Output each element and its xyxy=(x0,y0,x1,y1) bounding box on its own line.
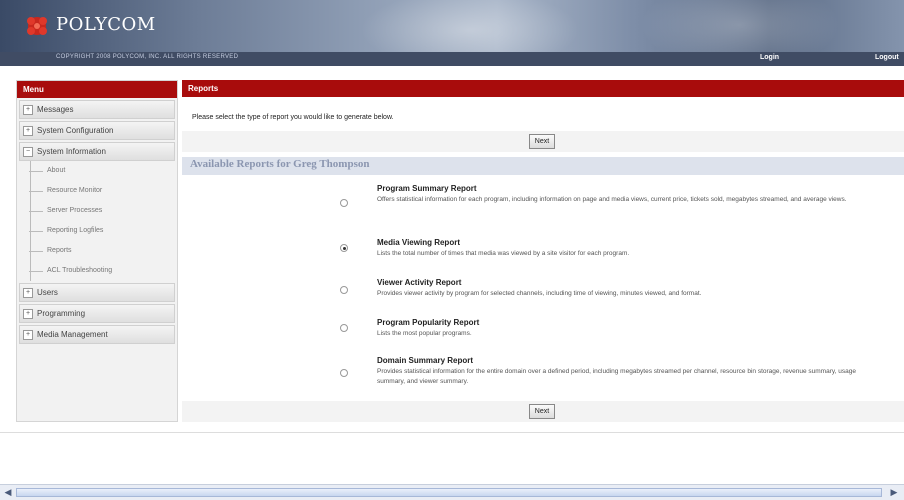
copyright-text: COPYRIGHT 2008 POLYCOM, INC. ALL RIGHTS … xyxy=(56,54,239,60)
menu-item-system-configuration[interactable]: + System Configuration xyxy=(19,121,175,140)
submenu-item-reports[interactable]: Reports xyxy=(17,241,177,261)
submenu-system-information: About Resource Monitor Server Processes … xyxy=(17,161,177,281)
submenu-item-about[interactable]: About xyxy=(17,161,177,181)
submenu-label: ACL Troubleshooting xyxy=(47,267,113,274)
submenu-item-reporting-logfiles[interactable]: Reporting Logfiles xyxy=(17,221,177,241)
report-title: Domain Summary Report xyxy=(377,356,474,365)
submenu-label: Server Processes xyxy=(47,207,103,214)
tree-line xyxy=(29,251,43,252)
menu-item-label: Programming xyxy=(37,309,86,318)
report-radio[interactable] xyxy=(340,324,348,332)
button-bar-top: Next xyxy=(182,131,904,152)
menu-item-label: Media Management xyxy=(37,330,108,339)
submenu-item-resource-monitor[interactable]: Resource Monitor xyxy=(17,181,177,201)
submenu-label: About xyxy=(47,167,66,174)
menu-item-system-information[interactable]: − System Information xyxy=(19,142,175,161)
report-description: Provides viewer activity by program for … xyxy=(377,290,702,297)
report-title: Media Viewing Report xyxy=(377,238,460,247)
menu-item-label: System Information xyxy=(37,147,106,156)
report-description: Lists the most popular programs. xyxy=(377,330,472,337)
tree-line xyxy=(29,191,43,192)
menu-item-messages[interactable]: + Messages xyxy=(19,100,175,119)
reports-panel: Reports Please select the type of report… xyxy=(182,80,904,422)
instruction-text: Please select the type of report you wou… xyxy=(192,114,394,121)
report-title: Viewer Activity Report xyxy=(377,278,462,287)
expand-icon[interactable]: + xyxy=(23,308,33,319)
menu-item-label: Messages xyxy=(37,105,74,114)
submenu-item-acl-troubleshooting[interactable]: ACL Troubleshooting xyxy=(17,261,177,281)
report-radio[interactable] xyxy=(340,286,348,294)
panel-title: Reports xyxy=(182,80,904,97)
report-radio[interactable] xyxy=(340,369,348,377)
submenu-label: Reporting Logfiles xyxy=(47,227,104,234)
submenu-item-server-processes[interactable]: Server Processes xyxy=(17,201,177,221)
login-link[interactable]: Login xyxy=(760,54,779,61)
divider xyxy=(0,432,904,433)
tree-line xyxy=(29,211,43,212)
scroll-right-icon[interactable]: ▶ xyxy=(888,486,900,499)
next-button-top[interactable]: Next xyxy=(529,134,555,149)
expand-icon[interactable]: + xyxy=(23,287,33,298)
expand-icon[interactable]: + xyxy=(23,125,33,136)
scroll-left-icon[interactable]: ◀ xyxy=(2,486,14,499)
menu-item-media-management[interactable]: + Media Management xyxy=(19,325,175,344)
button-bar-bottom: Next xyxy=(182,401,904,422)
tree-line xyxy=(29,271,43,272)
report-description: Provides statistical information for the… xyxy=(377,368,856,385)
logout-link[interactable]: Logout xyxy=(875,54,899,61)
menu-panel: Menu + Messages + System Configuration − Sy… xyxy=(16,80,178,422)
expand-icon[interactable]: + xyxy=(23,329,33,340)
collapse-icon[interactable]: − xyxy=(23,146,33,157)
scrollbar-thumb[interactable] xyxy=(16,488,882,497)
brand-name: POLYCOM xyxy=(56,14,156,35)
header-banner: POLYCOM COPYRIGHT 2008 POLYCOM, INC. ALL… xyxy=(0,0,904,66)
report-radio[interactable] xyxy=(340,199,348,207)
menu-item-label: System Configuration xyxy=(37,126,114,135)
menu-item-users[interactable]: + Users xyxy=(19,283,175,302)
submenu-label: Reports xyxy=(47,247,72,254)
tree-line xyxy=(29,231,43,232)
polycom-logo-icon xyxy=(27,17,47,35)
report-description: Offers statistical information for each … xyxy=(377,196,847,203)
horizontal-scrollbar[interactable]: ◀ ▶ xyxy=(0,484,904,500)
menu-item-programming[interactable]: + Programming xyxy=(19,304,175,323)
submenu-label: Resource Monitor xyxy=(47,187,103,194)
menu-title: Menu xyxy=(17,81,177,98)
report-title: Program Popularity Report xyxy=(377,318,480,327)
available-reports-heading: Available Reports for Greg Thompson xyxy=(190,158,370,170)
report-radio[interactable] xyxy=(340,244,348,252)
report-description: Lists the total number of times that med… xyxy=(377,250,630,257)
next-button-bottom[interactable]: Next xyxy=(529,404,555,419)
expand-icon[interactable]: + xyxy=(23,104,33,115)
menu-item-label: Users xyxy=(37,288,58,297)
report-title: Program Summary Report xyxy=(377,184,477,193)
tree-line xyxy=(29,171,43,172)
